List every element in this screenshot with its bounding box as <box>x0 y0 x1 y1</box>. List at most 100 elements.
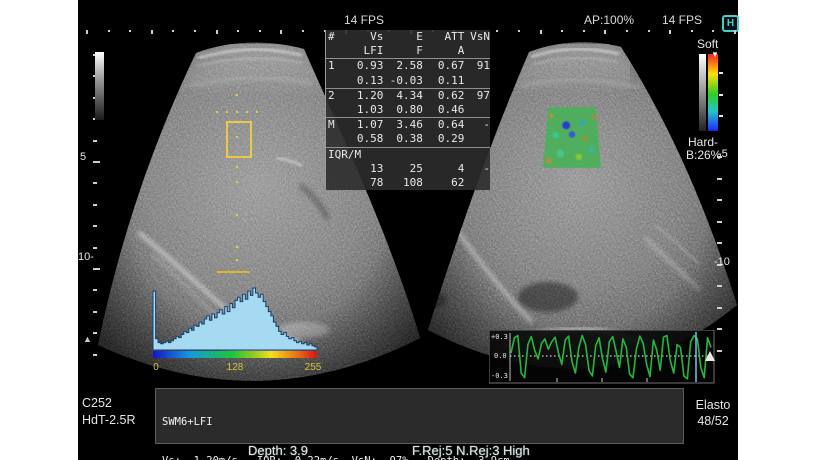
wave-ylabel-bottom: -0.3 <box>491 372 508 380</box>
ruler-tick <box>93 354 97 356</box>
ruler-tick <box>108 30 110 32</box>
elasto-roi[interactable] <box>543 107 601 168</box>
table-cell: 91 <box>464 59 490 73</box>
shear-wave-results-table: #VsEATTVsNLFIFA10.932.580.67910.13-0.030… <box>325 30 490 190</box>
ruler-tick <box>172 30 174 32</box>
table-row: IQR/M <box>326 147 490 162</box>
ruler-tick <box>717 350 722 352</box>
ultrasound-display: 14 FPS AP:100% 14 FPS H 5 10- ▲ -5 -10 #… <box>78 0 738 460</box>
table-cell: 0.64 <box>423 118 464 132</box>
wave-ylabel-top: +0.3 <box>491 333 508 341</box>
ruler-tick <box>280 30 282 34</box>
frame-rate-right: 14 FPS <box>662 13 702 27</box>
depth-label-10: 10- <box>78 251 94 263</box>
ruler-tick <box>93 161 100 163</box>
ruler-tick <box>717 242 722 244</box>
ruler-tick <box>93 225 97 227</box>
table-row: 1.030.800.46 <box>326 103 490 117</box>
colorbar-tick <box>719 94 723 96</box>
elasto-scale-pointer-icon: ▼ <box>711 50 719 59</box>
table-cell: 1.20 <box>344 89 384 103</box>
elasto-blend-label: B:26% <box>686 148 721 162</box>
ruler-tick <box>93 182 97 184</box>
table-cell <box>464 132 490 146</box>
guide-dot <box>256 111 258 113</box>
table-row: 0.580.380.29 <box>326 132 490 146</box>
table-cell: - <box>464 162 490 176</box>
hist-label-255: 255 <box>305 362 322 373</box>
acoustic-power: AP:100% <box>584 13 634 27</box>
table-cell <box>326 103 344 117</box>
table-cell: 0.46 <box>423 103 464 117</box>
depth-label-r10: -10 <box>714 256 730 268</box>
grayscale-bar-right <box>699 54 706 131</box>
ruler-tick <box>604 30 606 34</box>
guide-dot <box>236 136 238 138</box>
mode-name: Elasto <box>690 398 736 412</box>
probe-model: C252 <box>82 396 112 410</box>
ruler-tick <box>583 30 585 32</box>
ruler-tick <box>93 204 97 206</box>
table-cell: VsN <box>464 30 490 44</box>
measurement-roi-box[interactable] <box>226 121 252 158</box>
ruler-tick <box>93 140 97 142</box>
ruler-tick <box>93 247 97 249</box>
guide-dot <box>236 181 238 183</box>
elasto-scale-hard-label: Hard- <box>688 135 718 149</box>
table-cell: 0.38 <box>383 132 423 146</box>
table-row: 21.204.340.6297 <box>326 88 490 103</box>
table-cell: ATT <box>423 30 464 44</box>
ruler-tick <box>86 30 88 34</box>
table-row: 7810862 <box>326 176 490 190</box>
ruler-tick <box>93 289 97 291</box>
table-cell: 2 <box>326 89 344 103</box>
table-cell: 0.11 <box>423 74 464 88</box>
ruler-tick <box>669 30 671 34</box>
harmonic-badge: H <box>722 15 739 32</box>
table-row: 0.13-0.030.11 <box>326 74 490 88</box>
grayscale-bar-left <box>95 52 104 120</box>
guide-dot <box>236 259 238 261</box>
guide-dot <box>216 111 218 113</box>
table-cell: Vs <box>344 30 384 44</box>
histogram-chart: 0 128 255 <box>150 280 322 376</box>
ruler-tick <box>194 30 196 32</box>
measurement-results-panel: SWM6+LFI Vs: 1.20m/s IQR: 0.22m/s VsN: 9… <box>155 388 684 444</box>
table-row: #VsEATTVsN <box>326 30 490 44</box>
table-cell <box>464 44 490 58</box>
table-cell: 0.29 <box>423 132 464 146</box>
colorbar-tick <box>719 72 723 74</box>
mode-gain: 48/52 <box>690 414 736 428</box>
measurement-title: SWM6+LFI <box>162 416 683 429</box>
guide-dot <box>236 214 238 216</box>
table-cell: 13 <box>344 162 384 176</box>
hist-label-128: 128 <box>227 362 244 373</box>
table-cell: 3.46 <box>383 118 423 132</box>
frame-rate-left: 14 FPS <box>344 13 384 27</box>
ruler-tick <box>691 30 693 32</box>
table-cell <box>464 103 490 117</box>
ruler-tick <box>151 30 153 34</box>
footer-depth: Depth: 3.9 <box>248 443 308 458</box>
table-cell: 1.07 <box>344 118 384 132</box>
ruler-tick <box>717 307 722 309</box>
strain-waveform-panel: +0.3 0.0 -0.3 <box>489 330 715 384</box>
ruler-tick <box>518 30 520 32</box>
ruler-tick <box>302 30 304 32</box>
ultrasound-screenshot: 14 FPS AP:100% 14 FPS H 5 10- ▲ -5 -10 #… <box>0 0 816 460</box>
table-cell <box>326 132 344 146</box>
table-cell: # <box>326 30 344 44</box>
guide-dot <box>236 166 238 168</box>
ruler-tick <box>712 30 714 32</box>
histogram-color-axis <box>153 351 317 358</box>
guide-dot <box>236 94 238 96</box>
table-cell: 2.58 <box>383 59 423 73</box>
ruler-tick <box>717 221 722 223</box>
table-cell: 0.58 <box>344 132 384 146</box>
table-cell: A <box>423 44 464 58</box>
table-cell: LFI <box>344 44 384 58</box>
table-cell: M <box>326 118 344 132</box>
wave-ylabel-zero: 0.0 <box>494 352 507 360</box>
focus-marker-icon: ▲ <box>83 334 92 344</box>
table-section-label: IQR/M <box>326 148 361 162</box>
